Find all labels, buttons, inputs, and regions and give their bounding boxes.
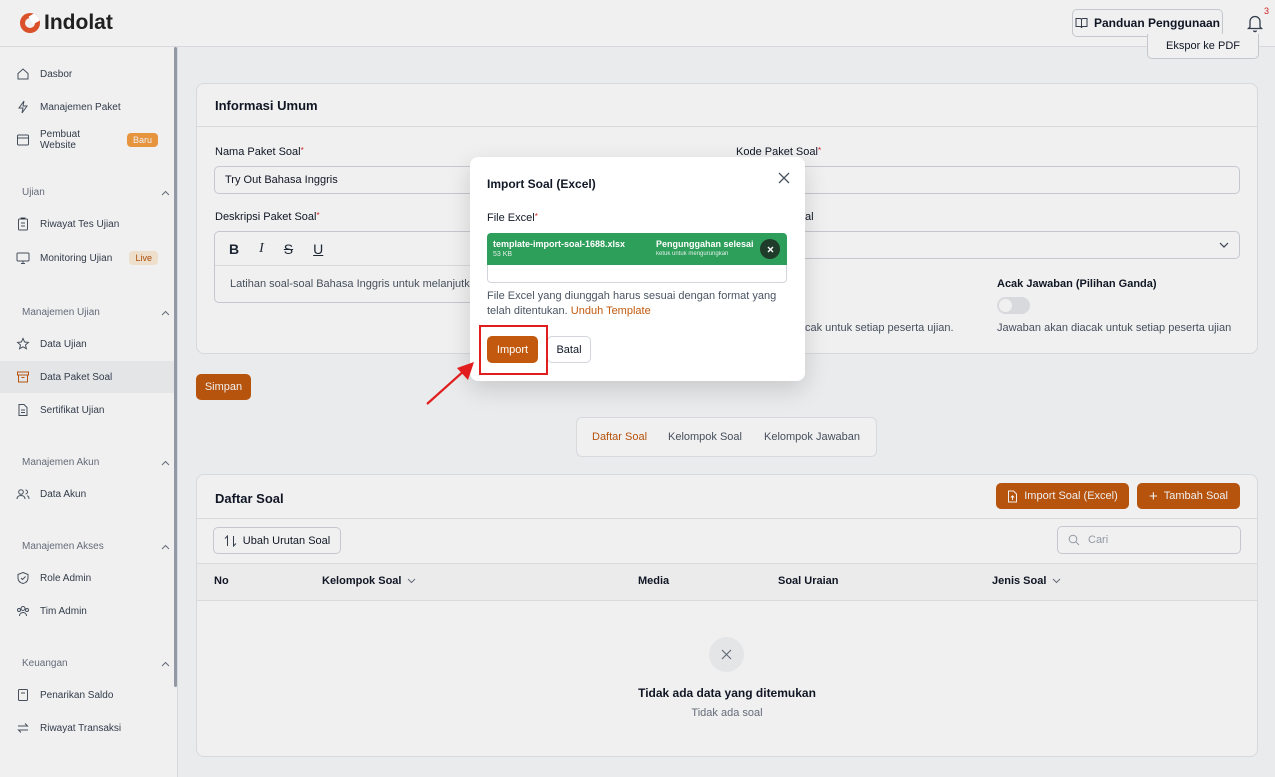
modal-title: Import Soal (Excel) bbox=[487, 177, 596, 191]
file-field-label: File Excel* bbox=[487, 212, 538, 224]
close-icon bbox=[767, 246, 773, 252]
upload-hint: ketuk untuk mengurungkan bbox=[656, 251, 729, 257]
download-template-link[interactable]: Unduh Template bbox=[571, 305, 651, 317]
annotation-highlight-box bbox=[479, 325, 548, 375]
cancel-button[interactable]: Batal bbox=[547, 336, 591, 363]
annotation-arrow-icon bbox=[426, 362, 474, 405]
help-text: File Excel yang diunggah harus sesuai de… bbox=[487, 289, 787, 319]
file-drop-area[interactable] bbox=[487, 265, 787, 283]
uploaded-file-chip[interactable]: template-import-soal-1688.xlsx 53 KB Pen… bbox=[487, 233, 787, 265]
upload-status: Pengunggahan selesai bbox=[656, 239, 754, 249]
modal-backdrop[interactable] bbox=[0, 0, 1275, 777]
close-icon[interactable] bbox=[778, 172, 790, 184]
remove-file-button[interactable] bbox=[760, 239, 780, 259]
file-size: 53 KB bbox=[493, 251, 513, 258]
file-name: template-import-soal-1688.xlsx bbox=[493, 239, 626, 249]
file-label-text: File Excel bbox=[487, 212, 535, 224]
